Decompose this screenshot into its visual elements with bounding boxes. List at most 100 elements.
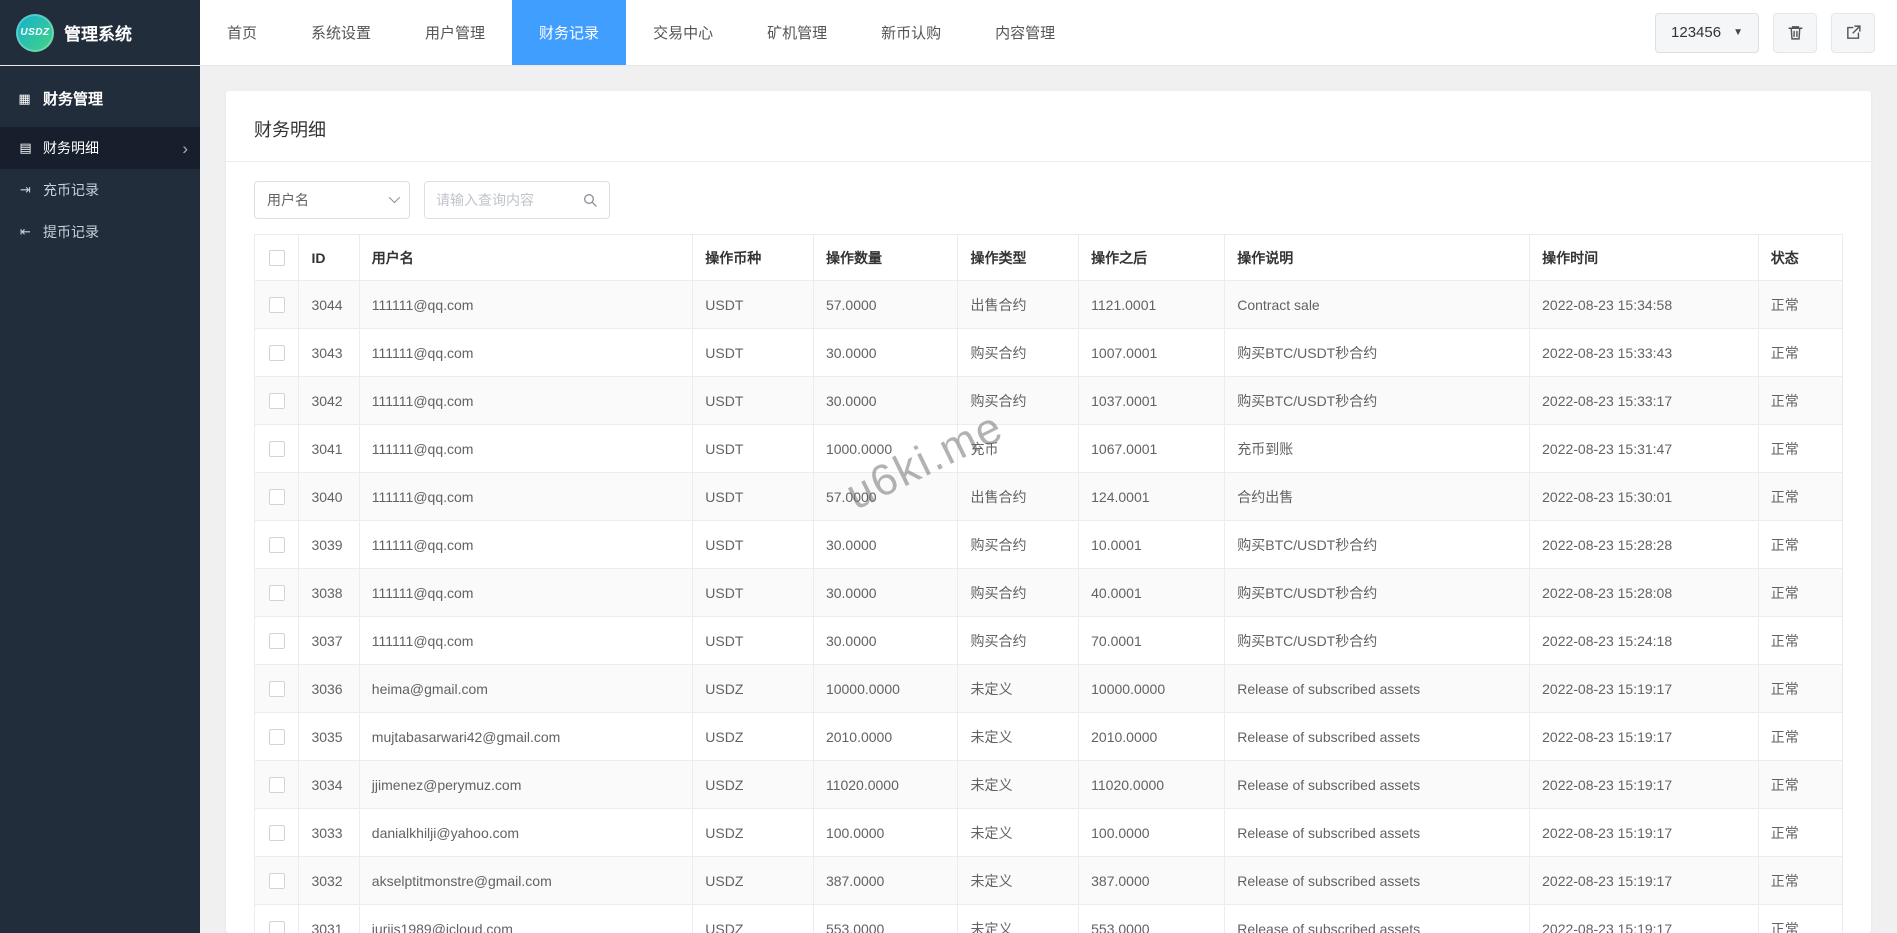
table-row: 3039111111@qq.comUSDT30.0000购买合约10.0001购…: [255, 521, 1843, 569]
table-cell: 2022-08-23 15:30:01: [1530, 473, 1759, 521]
search-icon[interactable]: [582, 192, 598, 208]
table-cell: USDT: [693, 425, 814, 473]
table-cell: 57.0000: [813, 473, 958, 521]
column-header-3: 操作数量: [813, 235, 958, 281]
table-cell: 3036: [299, 665, 359, 713]
logo-text: USDZ: [20, 27, 49, 38]
table-cell: 3037: [299, 617, 359, 665]
table-cell: 2022-08-23 15:19:17: [1530, 713, 1759, 761]
column-header-5: 操作之后: [1079, 235, 1225, 281]
table-cell: USDZ: [693, 905, 814, 933]
row-checkbox-cell: [255, 281, 299, 329]
table-cell: 购买BTC/USDT秒合约: [1225, 569, 1530, 617]
table-cell: Contract sale: [1225, 281, 1530, 329]
table-cell: USDZ: [693, 857, 814, 905]
row-checkbox[interactable]: [269, 825, 285, 841]
table-cell: 10.0001: [1079, 521, 1225, 569]
row-checkbox[interactable]: [269, 729, 285, 745]
sidebar-item-2[interactable]: ⇤提币记录: [0, 211, 200, 253]
select-all-header: [255, 235, 299, 281]
topnav-item-0[interactable]: 首页: [200, 0, 284, 65]
row-checkbox[interactable]: [269, 345, 285, 361]
table-cell: Release of subscribed assets: [1225, 809, 1530, 857]
app-title: 管理系统: [64, 20, 132, 45]
topnav-item-4[interactable]: 交易中心: [626, 0, 740, 65]
table-cell: jjimenez@perymuz.com: [359, 761, 692, 809]
table-row: 3040111111@qq.comUSDT57.0000出售合约124.0001…: [255, 473, 1843, 521]
table-cell: 2022-08-23 15:19:17: [1530, 665, 1759, 713]
table-cell: 3033: [299, 809, 359, 857]
table-cell: 1000.0000: [813, 425, 958, 473]
row-checkbox[interactable]: [269, 873, 285, 889]
topnav-item-6[interactable]: 新币认购: [854, 0, 968, 65]
search-input[interactable]: [436, 192, 574, 208]
table-cell: 111111@qq.com: [359, 425, 692, 473]
row-checkbox[interactable]: [269, 297, 285, 313]
table-cell: 3032: [299, 857, 359, 905]
row-checkbox[interactable]: [269, 393, 285, 409]
table-cell: 购买BTC/USDT秒合约: [1225, 617, 1530, 665]
row-checkbox-cell: [255, 809, 299, 857]
row-checkbox-cell: [255, 569, 299, 617]
list-icon: ▤: [17, 140, 34, 156]
table-cell: Release of subscribed assets: [1225, 905, 1530, 933]
row-checkbox[interactable]: [269, 633, 285, 649]
table-cell: 3042: [299, 377, 359, 425]
table-cell: akselptitmonstre@gmail.com: [359, 857, 692, 905]
topnav-item-2[interactable]: 用户管理: [398, 0, 512, 65]
table-cell: 124.0001: [1079, 473, 1225, 521]
table-cell: mujtabasarwari42@gmail.com: [359, 713, 692, 761]
row-checkbox[interactable]: [269, 777, 285, 793]
table-cell: 2022-08-23 15:33:17: [1530, 377, 1759, 425]
row-checkbox-cell: [255, 329, 299, 377]
table-cell: USDT: [693, 617, 814, 665]
table-cell: 40.0001: [1079, 569, 1225, 617]
row-checkbox[interactable]: [269, 921, 285, 933]
table-cell: 正常: [1758, 377, 1842, 425]
table-cell: USDZ: [693, 713, 814, 761]
row-checkbox[interactable]: [269, 537, 285, 553]
filter-field-select-value: 用户名: [267, 190, 309, 210]
table-cell: Release of subscribed assets: [1225, 665, 1530, 713]
filter-field-select[interactable]: 用户名: [254, 181, 410, 219]
row-checkbox[interactable]: [269, 441, 285, 457]
table-cell: 2022-08-23 15:19:17: [1530, 857, 1759, 905]
table-cell: 111111@qq.com: [359, 617, 692, 665]
user-dropdown[interactable]: 123456 ▼: [1655, 13, 1759, 53]
table-row: 3037111111@qq.comUSDT30.0000购买合约70.0001购…: [255, 617, 1843, 665]
row-checkbox[interactable]: [269, 681, 285, 697]
row-checkbox[interactable]: [269, 489, 285, 505]
topnav-item-1[interactable]: 系统设置: [284, 0, 398, 65]
table-cell: 111111@qq.com: [359, 281, 692, 329]
page-title: 财务明细: [226, 91, 1871, 162]
table-cell: 购买合约: [958, 329, 1079, 377]
table-cell: 30.0000: [813, 329, 958, 377]
topnav-item-3[interactable]: 财务记录: [512, 0, 626, 65]
sidebar-item-0[interactable]: ▤财务明细›: [0, 127, 200, 169]
topnav-item-5[interactable]: 矿机管理: [740, 0, 854, 65]
export-button[interactable]: [1831, 13, 1875, 53]
sidebar-item-1[interactable]: ⇥充币记录: [0, 169, 200, 211]
select-all-checkbox[interactable]: [269, 250, 285, 266]
trash-button[interactable]: [1773, 13, 1817, 53]
table-cell: 1037.0001: [1079, 377, 1225, 425]
table-cell: 11020.0000: [1079, 761, 1225, 809]
table-cell: 100.0000: [1079, 809, 1225, 857]
sidebar-menu: ▤财务明细›⇥充币记录⇤提币记录: [0, 127, 200, 253]
table-cell: 10000.0000: [1079, 665, 1225, 713]
column-header-4: 操作类型: [958, 235, 1079, 281]
table-cell: 2022-08-23 15:28:08: [1530, 569, 1759, 617]
row-checkbox-cell: [255, 617, 299, 665]
table-cell: 3040: [299, 473, 359, 521]
table-cell: jurijs1989@icloud.com: [359, 905, 692, 933]
table-cell: 2022-08-23 15:24:18: [1530, 617, 1759, 665]
table-cell: 购买合约: [958, 521, 1079, 569]
column-header-8: 状态: [1758, 235, 1842, 281]
row-checkbox[interactable]: [269, 585, 285, 601]
table-cell: 111111@qq.com: [359, 473, 692, 521]
table-cell: 正常: [1758, 473, 1842, 521]
sidebar: ▦ 财务管理 ▤财务明细›⇥充币记录⇤提币记录: [0, 66, 200, 933]
table-cell: USDZ: [693, 761, 814, 809]
deposit-icon: ⇥: [17, 182, 34, 198]
topnav-item-7[interactable]: 内容管理: [968, 0, 1082, 65]
